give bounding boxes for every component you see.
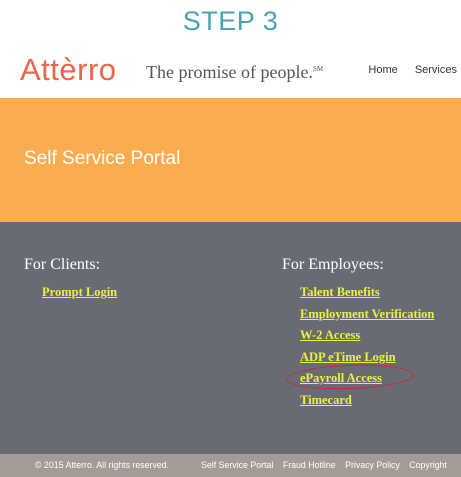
nav-services[interactable]: Services bbox=[415, 64, 457, 76]
footer-privacy-policy-link[interactable]: Privacy Policy bbox=[345, 460, 400, 470]
list-item: Talent Benefits bbox=[300, 283, 434, 305]
step-title: STEP 3 bbox=[182, 6, 279, 36]
clients-links: Prompt Login bbox=[24, 283, 117, 305]
employees-heading: For Employees: bbox=[282, 256, 384, 273]
timecard-link[interactable]: Timecard bbox=[300, 393, 352, 407]
page-title: Self Service Portal bbox=[24, 148, 181, 169]
list-item: Prompt Login bbox=[42, 283, 117, 305]
employees-links: Talent Benefits Employment Verification … bbox=[282, 283, 434, 413]
employees-column: For Employees: Talent Benefits Employmen… bbox=[282, 256, 434, 413]
footer-copyright-link[interactable]: Copyright bbox=[409, 460, 447, 470]
portal-panel: For Clients: Prompt Login For Employees:… bbox=[0, 222, 461, 454]
service-mark: SM bbox=[312, 65, 324, 73]
footer-fraud-hotline-link[interactable]: Fraud Hotline bbox=[283, 460, 336, 470]
list-item: ADP eTime Login bbox=[300, 348, 434, 370]
hero-banner: Self Service Portal bbox=[0, 98, 461, 222]
employment-verification-link[interactable]: Employment Verification bbox=[300, 307, 434, 321]
list-item: ePayroll Access bbox=[285, 363, 434, 392]
copyright-text: © 2015 Atterro. All rights reserved. bbox=[35, 460, 170, 470]
footer-links: Self Service Portal Fraud Hotline Privac… bbox=[201, 454, 454, 477]
list-item: Employment Verification bbox=[300, 305, 434, 327]
clients-heading: For Clients: bbox=[24, 256, 101, 273]
top-nav: Home Services bbox=[354, 64, 457, 76]
clients-column: For Clients: Prompt Login bbox=[24, 256, 117, 305]
site-footer: © 2015 Atterro. All rights reserved. Sel… bbox=[0, 454, 461, 477]
w2-access-link[interactable]: W-2 Access bbox=[300, 328, 360, 342]
logo[interactable]: Attèrro bbox=[20, 52, 117, 88]
footer-self-service-portal-link[interactable]: Self Service Portal bbox=[201, 460, 273, 470]
epayroll-access-link[interactable]: ePayroll Access bbox=[300, 371, 382, 385]
tagline: The promise of people.SM bbox=[146, 62, 323, 83]
tagline-text: The promise of people. bbox=[146, 62, 313, 82]
prompt-login-link[interactable]: Prompt Login bbox=[42, 285, 117, 299]
nav-home[interactable]: Home bbox=[368, 64, 397, 76]
list-item: Timecard bbox=[300, 391, 434, 413]
talent-benefits-link[interactable]: Talent Benefits bbox=[300, 285, 380, 299]
adp-etime-login-link[interactable]: ADP eTime Login bbox=[300, 350, 396, 364]
list-item: W-2 Access bbox=[300, 326, 434, 348]
site-header: Attèrro The promise of people.SM Home Se… bbox=[0, 44, 461, 98]
